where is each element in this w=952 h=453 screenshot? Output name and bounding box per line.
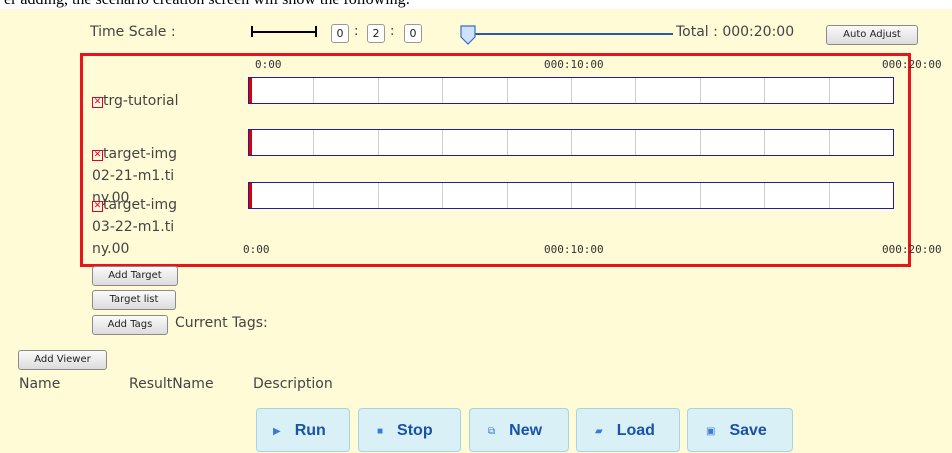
target-name: target-img03-22-m1.tiny.00 bbox=[92, 197, 178, 257]
track-grid-line bbox=[635, 183, 636, 208]
playhead-marker[interactable] bbox=[249, 183, 252, 208]
track-grid-line bbox=[442, 130, 443, 155]
tick-label-top-start: 0:00 bbox=[255, 58, 282, 71]
time-scale-slider-thumb[interactable] bbox=[459, 24, 477, 46]
track-grid-line bbox=[764, 78, 765, 103]
track-grid-line bbox=[700, 130, 701, 155]
save-button[interactable]: ▣ Save bbox=[687, 408, 793, 452]
run-button-label: Run bbox=[294, 422, 326, 439]
track-grid-line bbox=[700, 183, 701, 208]
track-grid-line bbox=[507, 183, 508, 208]
load-button[interactable]: ▰ Load bbox=[576, 408, 680, 452]
time-scale-slider-track[interactable] bbox=[468, 33, 673, 35]
stop-button-label: Stop bbox=[397, 422, 433, 439]
hours-spinner[interactable]: 0 bbox=[331, 24, 349, 43]
track-grid-line bbox=[313, 130, 314, 155]
target-track-2[interactable] bbox=[248, 129, 894, 156]
track-grid-line bbox=[442, 78, 443, 103]
track-grid-line bbox=[378, 78, 379, 103]
run-button[interactable]: ▶ Run bbox=[256, 408, 350, 452]
minutes-spinner[interactable]: 2 bbox=[367, 24, 385, 43]
track-grid-line bbox=[635, 130, 636, 155]
target-track-3[interactable] bbox=[248, 182, 894, 209]
remove-x-icon[interactable]: ✕ bbox=[92, 97, 103, 108]
track-grid-line bbox=[764, 183, 765, 208]
play-icon: ▶ bbox=[273, 426, 281, 437]
ruler-icon bbox=[251, 25, 317, 37]
target-row-label: ✕ trg-tutorial bbox=[92, 90, 222, 112]
playhead-marker[interactable] bbox=[249, 78, 252, 103]
track-grid-line bbox=[507, 130, 508, 155]
tick-label-top-end: 000:20:00 bbox=[882, 58, 942, 71]
track-grid-line bbox=[635, 78, 636, 103]
target-row-label: ✕ target-img03-22-m1.tiny.00 bbox=[92, 194, 182, 260]
track-grid-line bbox=[378, 130, 379, 155]
add-tags-button[interactable]: Add Tags bbox=[92, 315, 168, 335]
track-grid-line bbox=[571, 183, 572, 208]
target-track-1[interactable] bbox=[248, 77, 894, 104]
track-grid-line bbox=[571, 78, 572, 103]
seconds-spinner[interactable]: 0 bbox=[404, 24, 422, 43]
track-grid-line bbox=[378, 183, 379, 208]
tick-label-bottom-end: 000:20:00 bbox=[882, 243, 942, 256]
stop-icon: ■ bbox=[377, 426, 384, 437]
column-header-result-name: ResultName bbox=[129, 376, 214, 392]
track-grid-line bbox=[829, 183, 830, 208]
tick-label-bottom-start: 0:00 bbox=[243, 243, 270, 256]
playhead-marker[interactable] bbox=[249, 130, 252, 155]
remove-x-icon[interactable]: ✕ bbox=[92, 201, 103, 212]
track-grid-line bbox=[700, 78, 701, 103]
target-list-button[interactable]: Target list bbox=[92, 290, 176, 310]
track-grid-line bbox=[764, 130, 765, 155]
track-grid-line bbox=[507, 78, 508, 103]
track-grid-line bbox=[442, 183, 443, 208]
track-grid-line bbox=[313, 183, 314, 208]
add-viewer-button[interactable]: Add Viewer bbox=[18, 350, 107, 370]
document-caption: er adding, the scenario creation screen … bbox=[0, 0, 952, 9]
current-tags-label: Current Tags: bbox=[175, 315, 268, 331]
column-header-name: Name bbox=[19, 376, 61, 392]
new-button[interactable]: ⧉ New bbox=[469, 408, 569, 452]
load-button-label: Load bbox=[616, 422, 655, 439]
track-grid-line bbox=[571, 130, 572, 155]
new-button-label: New bbox=[509, 422, 543, 439]
save-icon: ▣ bbox=[706, 426, 716, 437]
tick-label-top-mid: 000:10:00 bbox=[544, 58, 604, 71]
stop-button[interactable]: ■ Stop bbox=[358, 408, 461, 452]
track-grid-line bbox=[313, 78, 314, 103]
time-separator: : bbox=[390, 24, 395, 39]
track-grid-line bbox=[829, 130, 830, 155]
tick-label-bottom-mid: 000:10:00 bbox=[544, 243, 604, 256]
time-scale-label: Time Scale : bbox=[90, 24, 176, 40]
add-target-button[interactable]: Add Target bbox=[92, 266, 178, 286]
auto-adjust-button[interactable]: Auto Adjust bbox=[826, 25, 918, 45]
new-document-icon: ⧉ bbox=[488, 426, 496, 437]
target-name: trg-tutorial bbox=[103, 93, 179, 109]
remove-x-icon[interactable]: ✕ bbox=[92, 150, 103, 161]
time-separator: : bbox=[354, 24, 359, 39]
track-grid-line bbox=[829, 78, 830, 103]
save-button-label: Save bbox=[729, 422, 767, 439]
total-duration-label: Total : 000:20:00 bbox=[676, 24, 795, 40]
folder-icon: ▰ bbox=[595, 426, 603, 437]
column-header-description: Description bbox=[253, 376, 333, 392]
